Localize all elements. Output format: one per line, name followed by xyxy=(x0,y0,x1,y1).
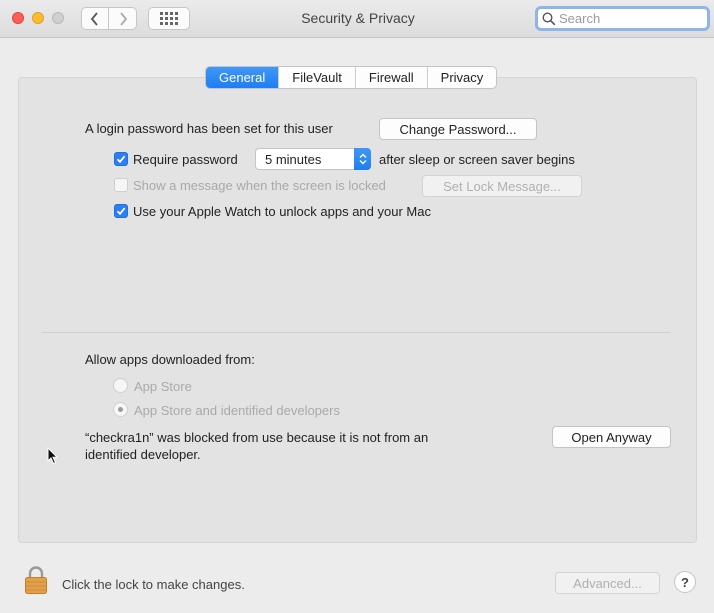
show-all-button[interactable] xyxy=(148,7,190,30)
mouse-pointer-icon xyxy=(47,447,59,465)
checkmark-icon xyxy=(116,207,126,216)
radio-app-store-label: App Store xyxy=(134,379,192,394)
search-field[interactable] xyxy=(535,6,710,31)
require-password-checkbox[interactable] xyxy=(114,152,128,166)
allow-apps-heading: Allow apps downloaded from: xyxy=(85,352,255,367)
require-password-suffix: after sleep or screen saver begins xyxy=(379,152,575,167)
chevron-right-icon xyxy=(119,11,127,26)
stepper-arrows-icon xyxy=(354,148,371,170)
close-icon[interactable] xyxy=(12,12,24,24)
content-panel xyxy=(18,77,697,543)
require-password-delay-popup[interactable]: 5 minutes xyxy=(255,148,371,170)
grid-icon xyxy=(160,12,178,25)
back-button[interactable] xyxy=(81,7,109,30)
blocked-message-line1: “checkra1n” was blocked from use because… xyxy=(85,430,429,445)
window-title: Security & Privacy xyxy=(301,10,415,26)
show-message-label: Show a message when the screen is locked xyxy=(133,178,386,193)
section-divider xyxy=(42,332,670,333)
search-input[interactable] xyxy=(559,11,699,26)
tab-privacy[interactable]: Privacy xyxy=(426,67,497,88)
tab-bar: General FileVault Firewall Privacy xyxy=(205,66,498,89)
forward-button[interactable] xyxy=(109,7,137,30)
set-lock-message-button[interactable]: Set Lock Message... xyxy=(422,175,582,197)
search-icon xyxy=(542,11,556,25)
show-message-checkbox[interactable] xyxy=(114,178,128,192)
login-password-text: A login password has been set for this u… xyxy=(85,121,333,136)
blocked-message-line2: identified developer. xyxy=(85,447,201,462)
tab-filevault[interactable]: FileVault xyxy=(278,67,355,88)
popup-value: 5 minutes xyxy=(265,151,322,167)
radio-app-store[interactable] xyxy=(113,378,128,393)
advanced-button[interactable]: Advanced... xyxy=(555,572,660,594)
radio-app-store-identified-label: App Store and identified developers xyxy=(134,403,340,418)
radio-app-store-identified[interactable] xyxy=(113,402,128,417)
lock-hint-text: Click the lock to make changes. xyxy=(62,577,245,592)
apple-watch-label: Use your Apple Watch to unlock apps and … xyxy=(133,204,431,219)
title-bar: Security & Privacy xyxy=(0,0,714,38)
radio-selected-dot xyxy=(118,407,123,412)
open-anyway-button[interactable]: Open Anyway xyxy=(552,426,671,448)
tab-firewall[interactable]: Firewall xyxy=(354,67,427,88)
tab-general[interactable]: General xyxy=(206,67,279,88)
apple-watch-checkbox[interactable] xyxy=(114,204,128,218)
zoom-icon[interactable] xyxy=(52,12,64,24)
chevron-left-icon xyxy=(90,11,98,26)
require-password-label: Require password xyxy=(133,152,238,167)
checkmark-icon xyxy=(116,155,126,164)
padlock-icon[interactable] xyxy=(24,565,48,595)
minimize-icon[interactable] xyxy=(32,12,44,24)
help-button[interactable]: ? xyxy=(674,571,696,593)
change-password-button[interactable]: Change Password... xyxy=(379,118,537,140)
